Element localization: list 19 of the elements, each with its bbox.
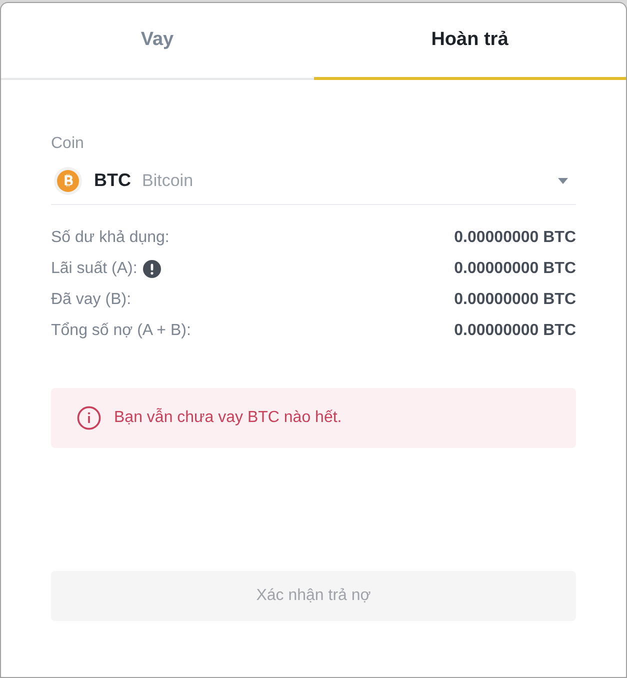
tab[interactable]: Hoàn trả [314, 3, 626, 80]
caret-down-icon [558, 178, 568, 184]
info-icon [77, 406, 101, 430]
coin-name: Bitcoin [142, 170, 194, 192]
summary-label: Tổng số nợ (A + B): [51, 320, 191, 340]
summary-value: 0.00000000 BTC [454, 320, 576, 340]
summary-value: 0.00000000 BTC [454, 290, 576, 310]
coin-select[interactable]: BTC Bitcoin [51, 159, 576, 205]
coin-symbol: BTC [94, 169, 131, 192]
exclamation-icon[interactable] [143, 260, 162, 278]
summary-value: 0.00000000 BTC [454, 228, 576, 248]
summary-label: Lãi suất (A): [51, 258, 138, 278]
summary-label: Đã vay (B): [51, 290, 132, 310]
summary-value: 0.00000000 BTC [454, 258, 576, 278]
tab[interactable]: Vay [1, 3, 314, 80]
summary-label: Số dư khả dụng: [51, 228, 170, 248]
alert-message: Bạn vẫn chưa vay BTC nào hết. [114, 407, 342, 428]
bitcoin-coin-icon [54, 166, 82, 194]
coin-label: Coin [51, 134, 85, 154]
